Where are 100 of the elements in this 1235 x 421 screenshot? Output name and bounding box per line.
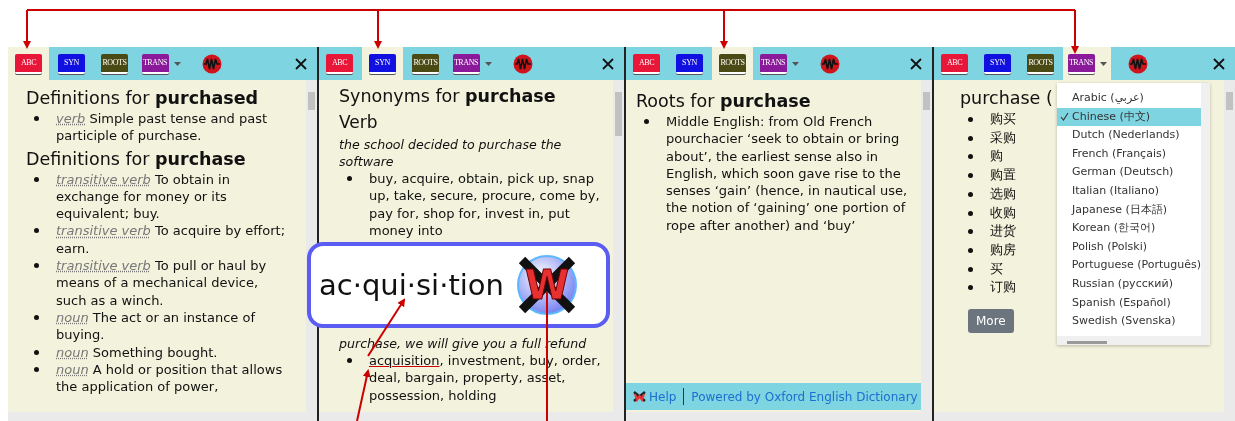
tab[interactable]: ROOTS <box>712 47 753 80</box>
close-icon <box>295 57 307 70</box>
book-icon: ROOTS <box>719 53 746 74</box>
tab[interactable]: ABC <box>626 47 667 80</box>
close-icon <box>1213 57 1225 70</box>
bullet <box>968 154 973 160</box>
tab[interactable]: ROOTS <box>405 47 446 80</box>
close-icon <box>602 57 614 70</box>
scrollbar[interactable] <box>921 80 932 412</box>
language-option[interactable]: Italian (Italiano) <box>1057 181 1201 201</box>
bullet <box>34 349 39 355</box>
language-option[interactable]: Portuguese (Português) <box>1057 256 1201 275</box>
tab[interactable]: SYN <box>362 47 403 80</box>
tab[interactable]: ROOTS <box>94 47 135 80</box>
caret-icon[interactable] <box>484 61 492 66</box>
book-icon: TRANS <box>141 53 169 74</box>
language-option[interactable]: Russian (русский) <box>1057 274 1201 294</box>
annotation-arrow <box>23 9 31 49</box>
translation: 买 <box>990 259 1003 278</box>
sound-wave-icon <box>201 53 222 74</box>
tab[interactable]: ABC <box>8 47 49 80</box>
scrollbar[interactable] <box>319 412 624 421</box>
tab[interactable]: SYN <box>669 47 710 80</box>
synonym-list: buy, acquire, obtain, pick up, snap up, take, secure, procure, come by, pay for, shop for, invest in, put money into <box>369 170 609 240</box>
bullet <box>34 366 39 372</box>
book-icon: SYN <box>984 53 1011 74</box>
caret-icon[interactable] <box>1099 61 1107 66</box>
translation: 采购 <box>990 128 1016 147</box>
book-icon: SYN <box>369 53 396 74</box>
translation: 订购 <box>990 278 1016 297</box>
definition: noun Something bought. <box>56 343 218 361</box>
bullet <box>968 285 973 291</box>
tab[interactable]: TRANS <box>137 47 185 80</box>
tab[interactable]: ABC <box>934 47 975 80</box>
tab[interactable]: ROOTS <box>1020 47 1061 80</box>
scrollbar[interactable] <box>1224 80 1235 412</box>
annotation-arrow <box>356 369 371 421</box>
book-icon: ROOTS <box>412 53 439 74</box>
heading: Definitions for purchase <box>26 147 247 171</box>
annotation-arrow <box>720 9 728 49</box>
language-option[interactable]: French (Français) <box>1057 144 1201 164</box>
scrollbar[interactable] <box>613 80 624 412</box>
bullet <box>968 135 973 141</box>
bullet <box>968 173 973 179</box>
scrollbar[interactable] <box>626 412 932 421</box>
language-option[interactable]: Chinese (中文) <box>1057 107 1201 127</box>
scrollbar[interactable] <box>8 412 317 421</box>
language-option[interactable]: Swedish (Svenska) <box>1057 312 1201 331</box>
translation: 进货 <box>990 222 1016 241</box>
language-option[interactable]: Korean (한국어) <box>1057 219 1201 238</box>
bullet <box>968 191 973 197</box>
book-icon: ROOTS <box>1027 53 1054 74</box>
bullet <box>34 116 39 121</box>
language-option[interactable]: Arabic (عربي) <box>1057 89 1201 108</box>
logo-icon <box>633 391 646 402</box>
scrollbar[interactable] <box>1201 83 1210 336</box>
tab[interactable]: TRANS <box>1063 47 1111 80</box>
bullet <box>968 266 973 272</box>
more-button[interactable]: More <box>968 309 1014 334</box>
tab[interactable]: TRANS <box>448 47 496 80</box>
bullet <box>347 358 352 364</box>
bullet <box>968 247 973 253</box>
definition: transitive verb To pull or haul by means of a mechanical device, such as a winch. <box>56 257 268 309</box>
caret-icon[interactable] <box>173 61 181 66</box>
bullet <box>968 210 973 216</box>
caret-icon[interactable] <box>791 61 799 66</box>
tab[interactable]: SYN <box>51 47 92 80</box>
bullet <box>347 176 352 181</box>
heading: Synonyms for purchase <box>339 85 557 108</box>
book-icon: TRANS <box>452 53 480 74</box>
tab[interactable]: SYN <box>977 47 1018 80</box>
translation: 购买 <box>990 110 1016 128</box>
definition: noun The act or an instance of buying. <box>56 308 257 344</box>
tab[interactable]: TRANS <box>755 47 803 80</box>
language-option[interactable]: German (Deutsch) <box>1057 163 1201 182</box>
translation: 收购 <box>990 203 1016 222</box>
language-option[interactable]: Spanish (Español) <box>1057 293 1201 313</box>
annotation-arrow <box>1071 9 1079 54</box>
example-sentence: the school decided to purchase the software <box>339 136 563 170</box>
bullet <box>34 228 39 234</box>
language-option[interactable]: Dutch (Nederlands) <box>1057 126 1201 145</box>
bullet <box>644 119 649 124</box>
book-icon: ABC <box>941 53 968 74</box>
heading: Roots for purchase <box>636 90 812 113</box>
etymology: Middle English: from Old French pourchacier ‘seek to obtain or bring about’, the earliest sense also in English, which soon gave rise to the senses ‘gain’ (hence, in nautical use, the notion of ‘gaining’ one portion of rope after another) and ‘buy’ <box>666 113 909 235</box>
book-icon: ABC <box>326 53 353 74</box>
check-icon <box>1060 112 1069 122</box>
scrollbar[interactable] <box>934 412 1235 421</box>
translation: 选购 <box>990 184 1016 203</box>
language-option[interactable]: Japanese (日本語) <box>1057 200 1201 220</box>
bullet <box>968 117 973 122</box>
pronunciation: ac·qui·si·tion <box>319 268 504 302</box>
bullet <box>34 176 39 182</box>
heading: Definitions for purchased <box>26 87 260 110</box>
tab[interactable]: ABC <box>319 47 360 80</box>
scrollbar[interactable] <box>1057 336 1210 345</box>
part-of-speech: Verb <box>339 111 379 134</box>
language-option[interactable]: Polish (Polski) <box>1057 237 1201 257</box>
definition: noun A hold or position that allows the application of power, <box>56 360 284 396</box>
bullet <box>968 229 973 235</box>
